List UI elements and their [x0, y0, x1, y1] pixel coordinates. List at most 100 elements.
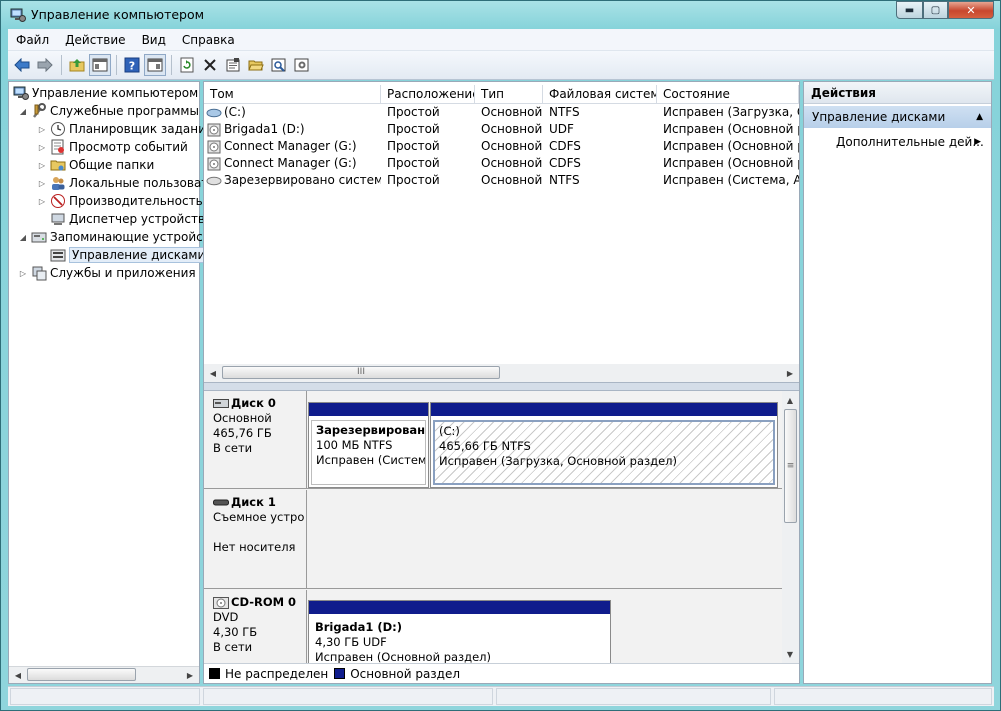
search-disk-icon[interactable] — [268, 54, 290, 76]
legend-item-primary: Основной раздел — [334, 667, 460, 681]
tools-icon — [31, 103, 47, 119]
minimize-button[interactable]: ▬ — [896, 1, 923, 19]
table-row[interactable]: Connect Manager (G:) Простой Основной CD… — [204, 138, 799, 155]
scroll-down-icon[interactable]: ▼ — [782, 646, 798, 662]
legend-swatch — [334, 668, 346, 679]
volume-list-horizontal-scrollbar[interactable]: ◀ III ▶ — [204, 364, 799, 382]
disk-row[interactable]: CD-ROM 0 DVD 4,30 ГБ В сети Brigada1 (D:… — [204, 590, 782, 663]
cd-rom-icon — [213, 596, 229, 609]
expand-arrow-icon[interactable]: ▷ — [36, 161, 48, 170]
console-icon[interactable] — [144, 54, 166, 76]
settings-icon[interactable] — [291, 54, 313, 76]
open-icon[interactable] — [245, 54, 267, 76]
disk-row[interactable]: Диск 1 Съемное устро Нет носителя — [204, 490, 782, 589]
column-header-volume[interactable]: Том — [204, 85, 381, 103]
expand-arrow-icon[interactable]: ▷ — [36, 179, 48, 188]
collapse-arrow-icon[interactable]: ◢ — [17, 107, 29, 116]
tree-item-services-applications[interactable]: ▷ Службы и приложения — [17, 264, 196, 282]
tree-item-event-viewer[interactable]: ▷ Просмотр событий — [36, 138, 188, 156]
table-row[interactable]: (C:) Простой Основной NTFS Исправен (Заг… — [204, 104, 799, 121]
actions-section-label: Управление дисками — [812, 110, 946, 124]
delete-icon[interactable] — [199, 54, 221, 76]
partition-d[interactable]: Brigada1 (D:) 4,30 ГБ UDF Исправен (Осно… — [308, 600, 611, 663]
volume-status: Исправен (Основной ра — [663, 122, 799, 136]
show-hide-tree-icon[interactable] — [89, 54, 111, 76]
tree-item-computer-management[interactable]: Управление компьютером (л — [11, 84, 214, 102]
toolbar: ? — [8, 51, 994, 80]
help-icon[interactable]: ? — [121, 54, 143, 76]
disk-row[interactable]: Диск 0 Основной 465,76 ГБ В сети Зарезер… — [204, 391, 782, 489]
tree-item-label: Локальные пользовате — [69, 176, 216, 190]
tree-item-label: Общие папки — [69, 158, 155, 172]
scroll-up-icon[interactable]: ▲ — [782, 392, 798, 408]
disk-kind: Съемное устро — [213, 510, 305, 524]
volume-layout: Простой — [387, 122, 440, 136]
partition-title: (C:) — [439, 424, 460, 438]
tree-item-task-scheduler[interactable]: ▷ Планировщик заданий — [36, 120, 214, 138]
column-header-layout[interactable]: Расположение — [381, 85, 475, 103]
table-row[interactable]: Зарезервировано системой Простой Основно… — [204, 172, 799, 189]
expand-arrow-icon[interactable]: ▷ — [36, 143, 48, 152]
users-icon — [50, 175, 66, 191]
volume-type: Основной — [481, 139, 543, 153]
column-header-type[interactable]: Тип — [475, 85, 543, 103]
tree-item-disk-management[interactable]: Управление дисками — [48, 246, 209, 264]
tree-item-device-manager[interactable]: Диспетчер устройств — [48, 210, 205, 228]
menu-action[interactable]: Действие — [57, 33, 133, 47]
back-arrow-icon[interactable] — [11, 54, 33, 76]
volume-type: Основной — [481, 173, 543, 187]
pane-splitter[interactable] — [204, 382, 799, 391]
expand-arrow-icon[interactable]: ▷ — [17, 269, 29, 278]
collapse-arrow-icon[interactable]: ◢ — [17, 233, 29, 242]
forward-arrow-icon[interactable] — [34, 54, 56, 76]
scroll-left-icon[interactable]: ◀ — [205, 365, 221, 381]
column-header-filesystem[interactable]: Файловая система — [543, 85, 657, 103]
scroll-right-icon[interactable]: ▶ — [782, 365, 798, 381]
actions-section-disk-management[interactable]: Управление дисками ▲ — [804, 106, 991, 128]
more-actions-item[interactable]: Дополнительные дей... ▶ — [804, 132, 991, 152]
table-row[interactable]: Connect Manager (G:) Простой Основной CD… — [204, 155, 799, 172]
scroll-left-icon[interactable]: ◀ — [10, 667, 26, 683]
tree-item-system-tools[interactable]: ◢ Служебные программы — [17, 102, 199, 120]
partition-status: Исправен (Основной раздел) — [315, 650, 492, 663]
computer-management-icon — [10, 7, 26, 23]
close-button[interactable]: ✕ — [948, 1, 994, 19]
tree-item-performance[interactable]: ▷ Производительность — [36, 192, 203, 210]
tree-item-label: Управление компьютером (л — [32, 86, 215, 100]
legend: Не распределен Основной раздел — [204, 663, 799, 683]
volume-name: Зарезервировано системой — [224, 173, 381, 187]
column-header-status[interactable]: Состояние — [657, 85, 799, 103]
disk-name: Диск 1 — [231, 495, 276, 509]
table-row[interactable]: Brigada1 (D:) Простой Основной UDF Испра… — [204, 121, 799, 138]
tree-item-local-users[interactable]: ▷ Локальные пользовате — [36, 174, 216, 192]
scroll-thumb[interactable]: ≡ — [784, 409, 797, 523]
properties-icon[interactable] — [222, 54, 244, 76]
drive-icon — [206, 174, 222, 188]
refresh-icon[interactable] — [176, 54, 198, 76]
expand-arrow-icon[interactable]: ▷ — [36, 197, 48, 206]
tree-item-label: Диспетчер устройств — [69, 212, 206, 226]
hard-disk-icon — [213, 399, 229, 409]
menu-help[interactable]: Справка — [174, 33, 243, 47]
tree-item-storage[interactable]: ◢ Запоминающие устройст — [17, 228, 210, 246]
volume-layout: Простой — [387, 173, 440, 187]
maximize-button[interactable]: ▢ — [923, 1, 948, 19]
menu-view[interactable]: Вид — [134, 33, 174, 47]
title-bar[interactable]: Управление компьютером ▬ ▢ ✕ — [1, 1, 1000, 29]
menu-file[interactable]: Файл — [8, 33, 57, 47]
volume-filesystem: CDFS — [549, 156, 581, 170]
partition-c[interactable]: (C:) 465,66 ГБ NTFS Исправен (Загрузка, … — [430, 402, 778, 488]
disk-view-vertical-scrollbar[interactable]: ▲ ≡ ▼ — [782, 391, 799, 663]
tree-horizontal-scrollbar[interactable]: ◀ ▶ — [9, 666, 199, 683]
folder-up-icon[interactable] — [66, 54, 88, 76]
partition-system-reserved[interactable]: Зарезервировано 100 МБ NTFS Исправен (Си… — [308, 402, 429, 488]
collapse-up-icon[interactable]: ▲ — [976, 106, 983, 128]
partition-details: Зарезервировано 100 МБ NTFS Исправен (Си… — [311, 420, 426, 485]
tree-item-shared-folders[interactable]: ▷ Общие папки — [36, 156, 154, 174]
scroll-thumb[interactable] — [27, 668, 136, 681]
expand-arrow-icon[interactable]: ▷ — [36, 125, 48, 134]
partition-size: 465,66 ГБ NTFS — [439, 439, 531, 453]
scroll-right-icon[interactable]: ▶ — [182, 667, 198, 683]
scroll-thumb[interactable]: III — [222, 366, 500, 379]
tree-item-label: Управление дисками — [69, 247, 209, 263]
